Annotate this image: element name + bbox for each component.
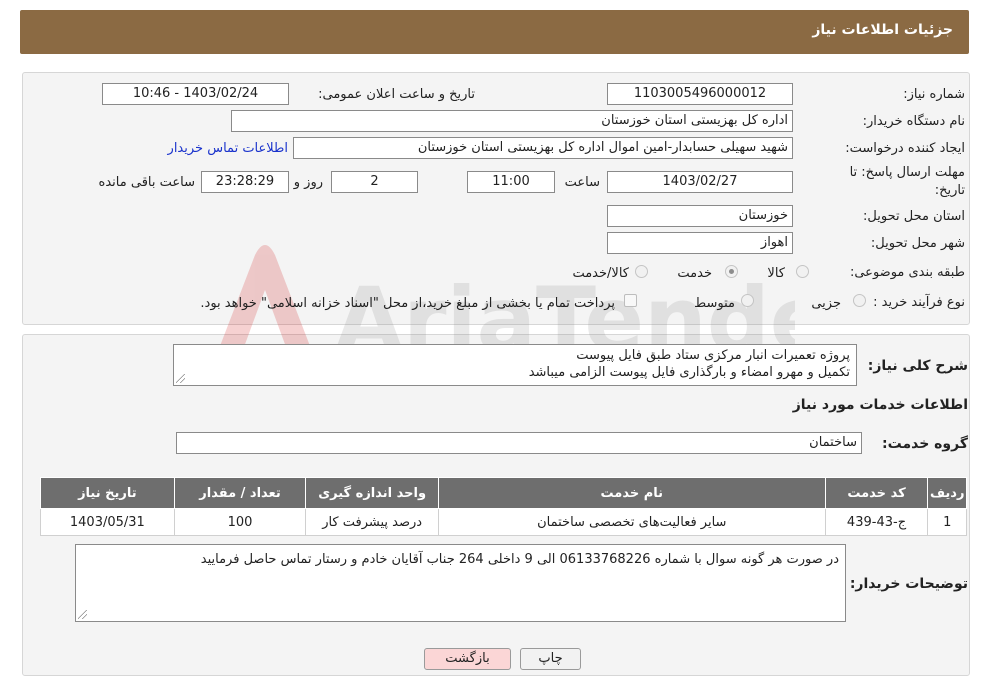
process-radio-medium[interactable]: [741, 294, 754, 307]
page-header: جزئیات اطلاعات نیاز: [20, 10, 969, 54]
treasury-payment-note: پرداخت تمام یا بخشی از مبلغ خرید،از محل …: [200, 296, 615, 311]
announce-datetime-label: تاریخ و ساعت اعلان عمومی:: [318, 87, 475, 102]
service-group-label: گروه خدمت:: [882, 436, 968, 452]
col-header-need-date: تاریخ نیاز: [40, 477, 175, 509]
category-option-goods-service: کالا/خدمت: [572, 266, 629, 281]
city-label: شهر محل تحویل:: [870, 236, 965, 251]
remaining-time-label: ساعت باقی مانده: [98, 175, 195, 190]
cell-unit: درصد پیشرفت کار: [305, 508, 439, 536]
cell-service-code: ج-43-439: [824, 508, 929, 536]
table-header-row: ردیف کد خدمت نام خدمت واحد اندازه گیری ت…: [40, 477, 967, 509]
print-button[interactable]: چاپ: [520, 648, 581, 670]
buyer-notes-text: در صورت هر گونه سوال با شماره 0613376822…: [200, 552, 839, 567]
province-label: استان محل تحویل:: [863, 209, 965, 224]
summary-line-2: تکمیل و مهرو امضاء و بارگذاری فایل پیوست…: [528, 365, 850, 380]
cell-quantity: 100: [173, 508, 307, 536]
province-field: خوزستان: [607, 205, 793, 227]
services-section-title: اطلاعات خدمات مورد نیاز: [792, 397, 968, 413]
need-number-label: شماره نیاز:: [903, 87, 965, 102]
table-row: 1 ج-43-439 سایر فعالیت‌های تخصصی ساختمان…: [40, 508, 967, 536]
deadline-label-date: تاریخ:: [934, 183, 965, 198]
buyer-notes-label: توضیحات خریدار:: [849, 576, 968, 592]
process-option-partial: جزیی: [811, 296, 841, 311]
deadline-time-field: 11:00: [467, 171, 555, 193]
buyer-contact-link[interactable]: اطلاعات تماس خریدار: [168, 141, 288, 156]
category-radio-service[interactable]: [725, 265, 738, 278]
city-field: اهواز: [607, 232, 793, 254]
col-header-quantity: تعداد / مقدار: [173, 477, 307, 509]
cell-service-name: سایر فعالیت‌های تخصصی ساختمان: [437, 508, 826, 536]
resize-grip-icon[interactable]: [176, 374, 185, 383]
resize-grip-icon[interactable]: [78, 610, 87, 619]
category-radio-goods-service[interactable]: [635, 265, 648, 278]
buyer-notes-textarea[interactable]: در صورت هر گونه سوال با شماره 0613376822…: [75, 544, 846, 622]
treasury-payment-checkbox[interactable]: [624, 294, 637, 307]
cell-need-date: 1403/05/31: [40, 508, 175, 536]
days-label: روز و: [293, 175, 323, 190]
announce-datetime-field: 1403/02/24 - 10:46: [102, 83, 289, 105]
back-button[interactable]: بازگشت: [424, 648, 511, 670]
summary-line-1: پروژه تعمیرات انبار مرکزی ستاد طبق فایل …: [576, 348, 850, 363]
summary-textarea[interactable]: پروژه تعمیرات انبار مرکزی ستاد طبق فایل …: [173, 344, 857, 386]
remaining-time-field: 23:28:29: [201, 171, 289, 193]
col-header-service-name: نام خدمت: [437, 477, 826, 509]
service-group-field: ساختمان: [176, 432, 862, 454]
requester-field: شهید سهیلی حسابدار-امین اموال اداره کل ب…: [293, 137, 793, 159]
process-option-medium: متوسط: [694, 296, 735, 311]
col-header-row-number: ردیف: [927, 477, 967, 509]
process-radio-partial[interactable]: [853, 294, 866, 307]
category-option-service: خدمت: [677, 266, 712, 281]
cell-row-number: 1: [927, 508, 967, 536]
category-label: طبقه بندی موضوعی:: [849, 265, 965, 280]
requester-label: ایجاد کننده درخواست:: [845, 141, 965, 156]
deadline-days-field: 2: [331, 171, 418, 193]
summary-label: شرح کلی نیاز:: [867, 358, 968, 374]
category-option-goods: کالا: [767, 266, 785, 281]
buyer-org-field: اداره کل بهزیستی استان خوزستان: [231, 110, 793, 132]
services-table: ردیف کد خدمت نام خدمت واحد اندازه گیری ت…: [40, 477, 967, 536]
purchase-process-label: نوع فرآیند خرید :: [873, 295, 965, 310]
deadline-label: مهلت ارسال پاسخ: تا: [849, 165, 965, 180]
buyer-org-label: نام دستگاه خریدار:: [862, 114, 965, 129]
deadline-date-field: 1403/02/27: [607, 171, 793, 193]
need-number-field: 1103005496000012: [607, 83, 793, 105]
col-header-service-code: کد خدمت: [824, 477, 929, 509]
page-title: جزئیات اطلاعات نیاز: [812, 22, 953, 38]
category-radio-goods[interactable]: [796, 265, 809, 278]
col-header-unit: واحد اندازه گیری: [305, 477, 439, 509]
deadline-time-label: ساعت: [564, 175, 600, 190]
